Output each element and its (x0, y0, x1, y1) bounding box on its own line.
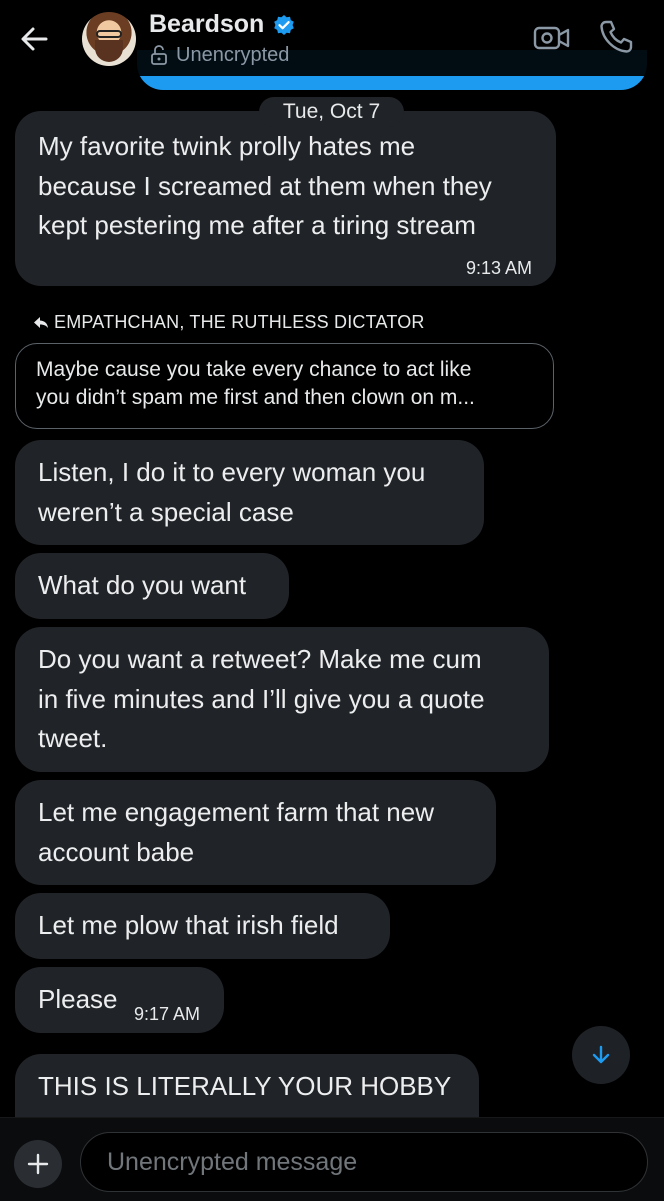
message-line: because I screamed at them when they (38, 170, 492, 201)
encryption-status-text: Unencrypted (176, 43, 290, 66)
date-divider: Tue, Oct 7 (259, 97, 404, 127)
message-line: Do you want a retweet? Make me cum (38, 644, 482, 674)
avatar-beard (95, 40, 123, 62)
message-line: kept pestering me after a tiring stream (38, 210, 476, 240)
received-message[interactable]: Listen, I do it to every woman you weren… (15, 440, 484, 545)
back-arrow-icon (21, 27, 48, 51)
add-attachment-button[interactable] (14, 1140, 62, 1188)
message-line: THIS IS LITERALLY YOUR HOBBY (38, 1071, 452, 1101)
message-timestamp: 9:13 AM (465, 258, 532, 278)
received-message[interactable]: Let me plow that irish field (15, 893, 390, 959)
received-message[interactable]: Let me engagement farm that new account … (15, 780, 496, 885)
message-composer (0, 1117, 664, 1201)
received-message[interactable]: What do you want (15, 553, 289, 619)
message-input[interactable] (80, 1132, 648, 1192)
quoted-message[interactable]: Maybe cause you take every chance to act… (15, 343, 554, 429)
message-line: tweet. (38, 723, 108, 753)
message-timestamp: 9:17 AM (133, 1004, 200, 1024)
avatar-glasses (96, 30, 122, 38)
quoted-line: Maybe cause you take every chance to act… (36, 358, 472, 381)
avatar[interactable] (82, 12, 136, 66)
phone-icon (600, 20, 633, 53)
message-line: My favorite twink prolly hates me (38, 131, 416, 161)
message-line: Let me engagement farm that new (38, 797, 435, 827)
quoted-line: you didn’t spam me first and then clown … (36, 386, 475, 409)
contact-name[interactable]: Beardson (149, 10, 264, 39)
message-line: Listen, I do it to every woman you (38, 457, 426, 487)
message-line: Let me plow that irish field (38, 910, 339, 940)
reply-arrow-icon (34, 316, 48, 328)
scroll-to-bottom-button[interactable] (572, 1026, 630, 1084)
video-camera-icon (533, 26, 570, 50)
back-button[interactable] (16, 20, 54, 58)
message-line: account babe (38, 836, 195, 867)
received-message[interactable]: Do you want a retweet? Make me cum in fi… (15, 627, 549, 772)
verified-badge-icon (274, 15, 294, 35)
message-line: weren’t a special case (38, 496, 294, 527)
encryption-status[interactable]: Unencrypted (150, 43, 289, 67)
received-message[interactable]: My favorite twink prolly hates me becaus… (15, 111, 556, 286)
voice-call-button[interactable] (597, 18, 635, 56)
message-line: What do you want (38, 570, 247, 600)
plus-icon (27, 1153, 49, 1175)
conversation-header: Beardson Unencrypted (0, 0, 664, 76)
message-line: in five minutes and I’ll give you a quot… (38, 683, 485, 714)
arrow-down-icon (592, 1045, 610, 1064)
received-message[interactable]: Please 9:17 AM (15, 967, 224, 1033)
video-call-button[interactable] (532, 20, 572, 56)
reply-to-label: EMPATHCHAN, THE RUTHLESS DICTATOR (54, 312, 425, 332)
unlock-icon (151, 45, 167, 65)
reply-header: EMPATHCHAN, THE RUTHLESS DICTATOR (34, 312, 425, 333)
